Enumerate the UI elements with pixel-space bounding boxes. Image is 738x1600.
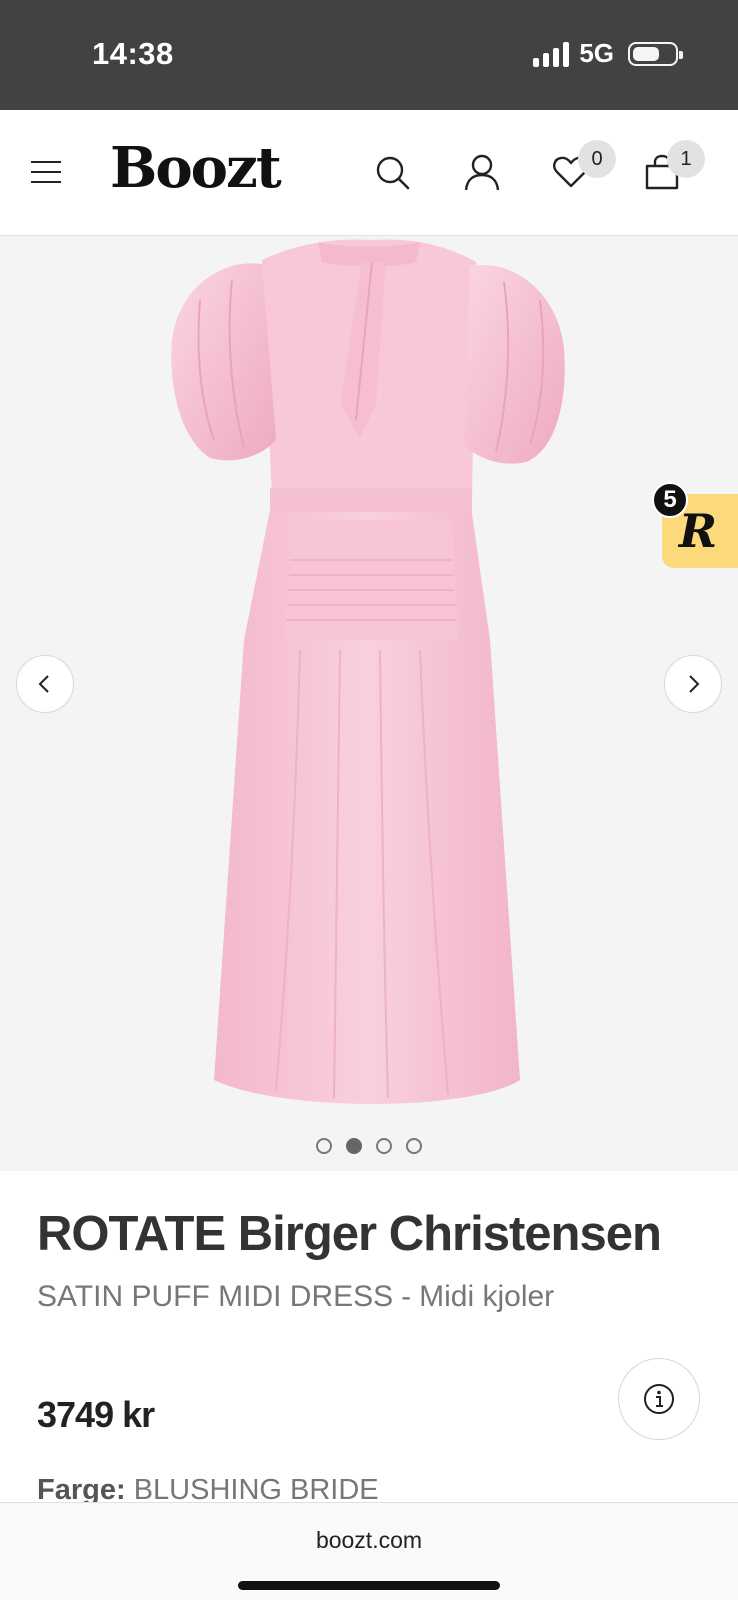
next-image-button[interactable] [664, 655, 722, 713]
status-time: 14:38 [92, 36, 174, 71]
product-color: Farge: BLUSHING BRIDE [37, 1474, 379, 1502]
color-value: BLUSHING BRIDE [133, 1474, 379, 1502]
pagination-dot-4[interactable] [406, 1138, 422, 1154]
cart-count-badge: 1 [667, 140, 705, 178]
home-indicator[interactable] [238, 1581, 500, 1590]
pagination-dot-3[interactable] [376, 1138, 392, 1154]
product-image [171, 239, 565, 1104]
site-logo[interactable]: Boozt [110, 135, 282, 201]
info-icon [644, 1384, 674, 1414]
chevron-right-icon [689, 675, 700, 693]
product-brand[interactable]: ROTATE Birger Christensen [37, 1206, 662, 1262]
rewards-count-badge: 5 [652, 482, 688, 518]
status-indicators: 5G [533, 38, 683, 69]
info-button[interactable] [618, 1358, 700, 1440]
search-icon[interactable] [372, 152, 412, 192]
image-pagination-dots [0, 1138, 738, 1154]
pagination-dot-2[interactable] [346, 1138, 362, 1154]
wishlist-count-badge: 0 [578, 140, 616, 178]
browser-address-bar[interactable]: boozt.com [0, 1502, 738, 1600]
signal-icon [533, 41, 570, 67]
rewards-logo-icon: R [678, 504, 718, 558]
network-type: 5G [579, 38, 614, 68]
subtitle-separator: - [401, 1280, 412, 1313]
menu-icon[interactable] [31, 161, 61, 183]
site-header: Boozt 0 1 [0, 110, 738, 236]
previous-image-button[interactable] [16, 655, 74, 713]
chevron-left-icon [38, 675, 49, 693]
product-price: 3749 kr [37, 1394, 155, 1435]
battery-icon [628, 41, 683, 66]
url-text[interactable]: boozt.com [0, 1527, 738, 1554]
color-label: Farge: [37, 1474, 126, 1502]
product-category: Midi kjoler [419, 1280, 555, 1313]
account-icon[interactable] [462, 152, 502, 192]
pagination-dot-1[interactable] [316, 1138, 332, 1154]
status-bar: 14:38 5G [0, 0, 738, 110]
product-image-gallery[interactable]: R 5 [0, 236, 738, 1171]
product-name: SATIN PUFF MIDI DRESS [37, 1280, 394, 1313]
product-subtitle: SATIN PUFF MIDI DRESS - Midi kjoler [37, 1280, 554, 1314]
